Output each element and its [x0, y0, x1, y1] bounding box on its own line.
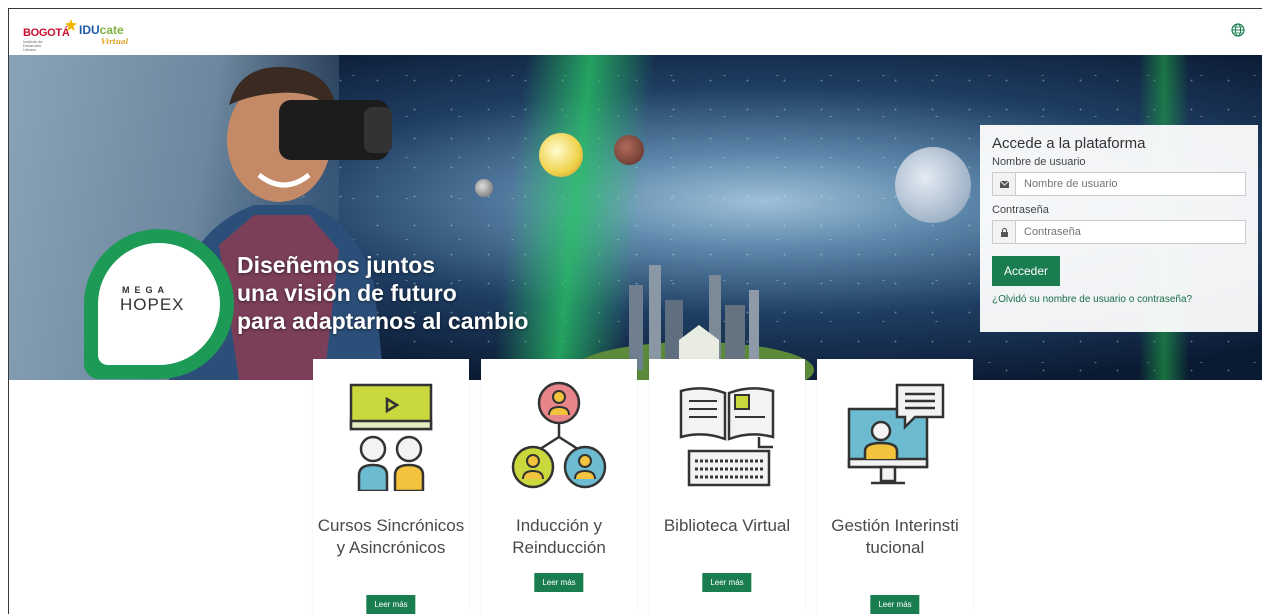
card-biblioteca-title: Biblioteca Virtual	[663, 516, 791, 535]
bogota-logo-text: BOGOTÁ	[23, 27, 70, 39]
badge-mega-text: MEGA	[122, 285, 169, 295]
bogota-logo-subtitle: Instituto de Desarrollo Urbano	[23, 39, 43, 52]
password-label: Contraseña	[992, 204, 1049, 216]
username-input-group	[992, 172, 1246, 196]
lock-icon	[993, 221, 1016, 243]
card-cursos-read-more-button[interactable]: Leer más	[366, 595, 416, 614]
forgot-credentials-link[interactable]: ¿Olvidó su nombre de usuario o contraseñ…	[992, 294, 1246, 305]
bogota-logo[interactable]: BOGOTÁ Instituto de Desarrollo Urbano	[23, 19, 83, 52]
mega-hopex-badge: MEGA HOPEX	[84, 229, 234, 379]
card-induccion-title: Inducción y Reinducción	[512, 516, 606, 557]
username-input[interactable]	[1016, 173, 1245, 195]
iducate-logo-virtual: Virtual	[101, 37, 129, 46]
hero-headline-line-3: para adaptarnos al cambio	[237, 308, 529, 334]
login-title: Accede a la plataforma	[992, 135, 1146, 152]
page: BOGOTÁ Instituto de Desarrollo Urbano ID…	[8, 8, 1262, 614]
planet-grey	[475, 179, 493, 197]
envelope-icon	[993, 173, 1016, 195]
iducate-logo-idu: IDU	[79, 23, 100, 37]
planet-red	[614, 135, 644, 165]
username-label: Nombre de usuario	[992, 156, 1086, 168]
card-cursos-title: Cursos Sincrónicos y Asincrónicos	[317, 516, 465, 557]
card-gestion[interactable]: Gestión Interinstitucional Leer más	[817, 359, 973, 614]
iducate-logo[interactable]: IDUcate Virtual	[79, 23, 128, 46]
login-panel: Accede a la plataforma Nombre de usuario…	[980, 125, 1258, 332]
hero-headline-line-2: una visión de futuro	[237, 280, 457, 306]
video-chat-icon	[847, 383, 945, 485]
iducate-logo-cate: cate	[99, 23, 124, 37]
card-biblioteca[interactable]: Biblioteca Virtual Leer más	[649, 359, 805, 614]
login-button[interactable]: Acceder	[992, 256, 1061, 286]
people-network-icon	[511, 381, 607, 489]
hero-banner: MEGA HOPEX Diseñemos juntos una visión d…	[9, 55, 1262, 380]
card-gestion-title: Gestión Interinstitucional	[831, 516, 959, 557]
password-input-group	[992, 220, 1246, 244]
video-class-icon	[349, 383, 433, 491]
planet-yellow	[539, 133, 583, 177]
card-induccion[interactable]: Inducción y Reinducción Leer más	[481, 359, 637, 614]
password-input[interactable]	[1016, 221, 1245, 243]
badge-hopex-text: HOPEX	[120, 295, 185, 314]
card-biblioteca-read-more-button[interactable]: Leer más	[702, 573, 752, 592]
card-gestion-read-more-button[interactable]: Leer más	[870, 595, 920, 614]
book-keyboard-icon	[679, 387, 775, 487]
hero-headline-line-1: Diseñemos juntos	[237, 252, 436, 278]
top-navbar: BOGOTÁ Instituto de Desarrollo Urbano ID…	[9, 9, 1262, 56]
hero-headline: Diseñemos juntos una visión de futuro pa…	[237, 251, 528, 335]
card-cursos[interactable]: Cursos Sincrónicos y Asincrónicos Leer m…	[313, 359, 469, 614]
moon-illustration	[895, 147, 971, 223]
globe-icon[interactable]	[1231, 23, 1245, 37]
card-induccion-read-more-button[interactable]: Leer más	[534, 573, 584, 592]
